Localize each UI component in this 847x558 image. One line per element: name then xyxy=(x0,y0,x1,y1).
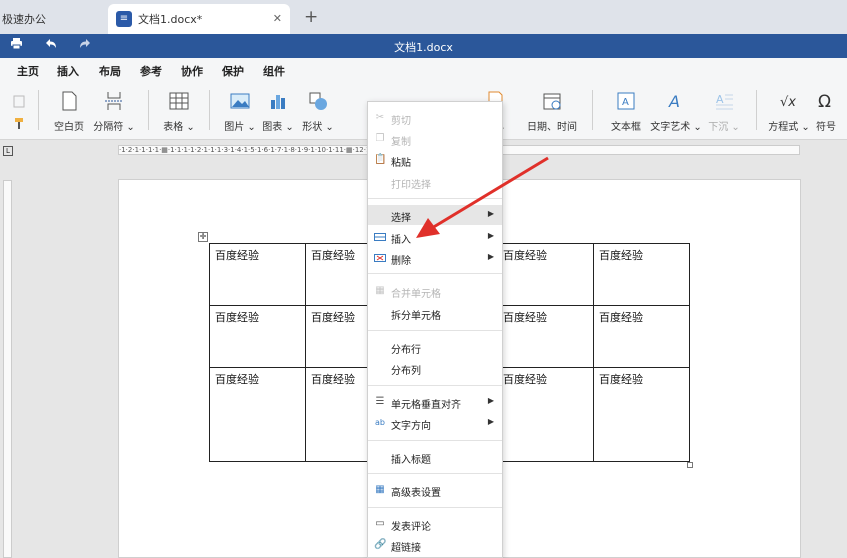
annotation-arrow xyxy=(416,156,549,238)
